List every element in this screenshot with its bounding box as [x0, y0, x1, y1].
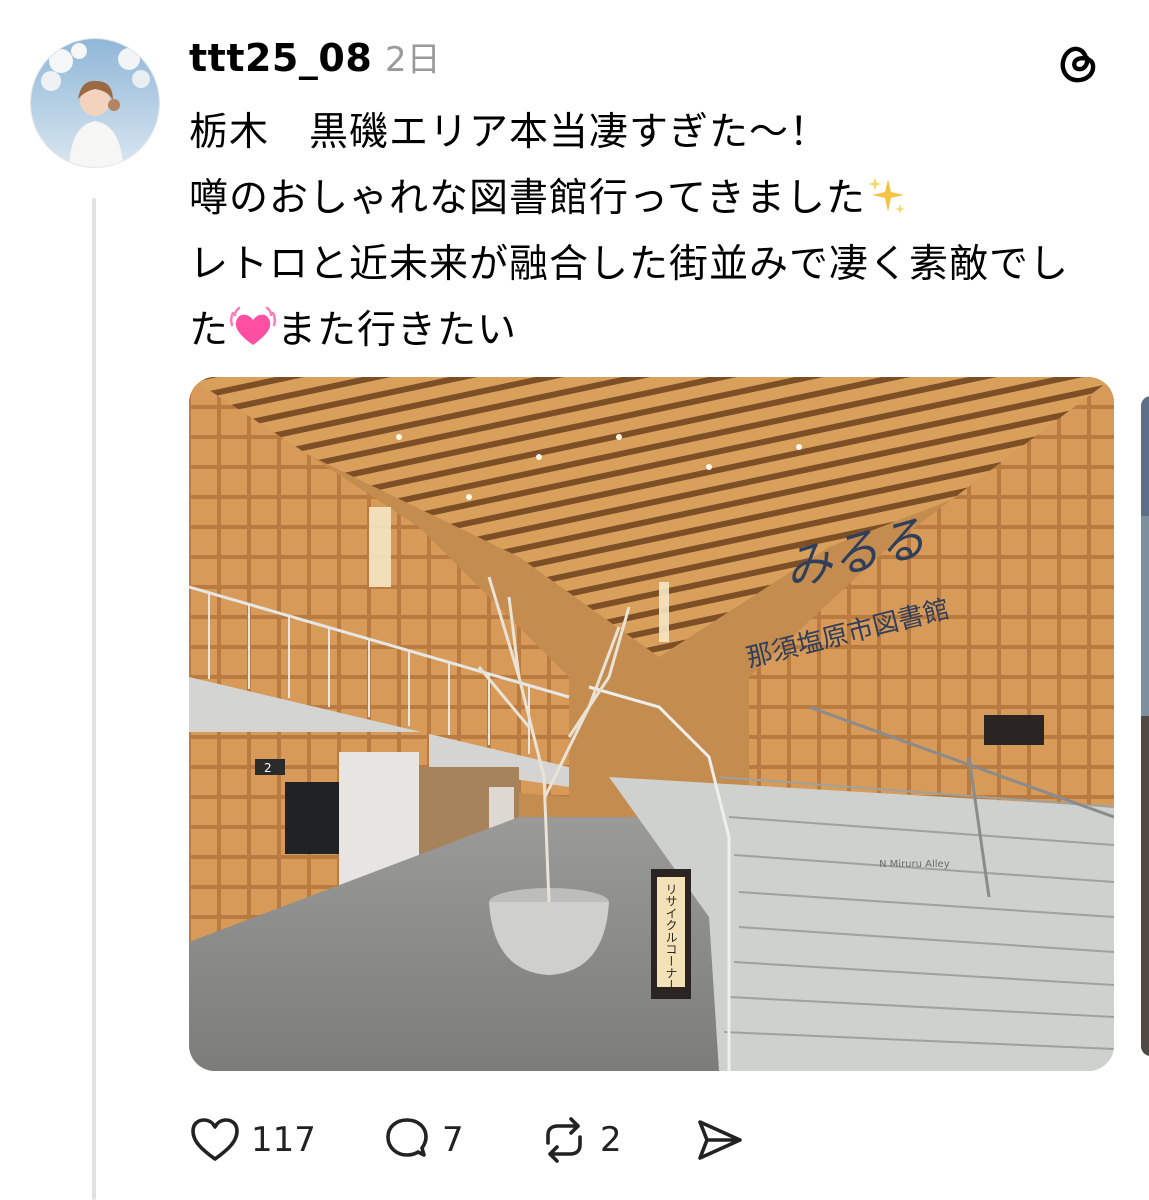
post-line-4-end: また行きたい	[277, 308, 518, 353]
repost-icon	[546, 1117, 582, 1163]
sparkles-emoji-icon	[867, 177, 905, 214]
thread-line	[92, 198, 96, 1200]
avatar[interactable]	[30, 38, 160, 168]
like-count: 117	[251, 1120, 316, 1160]
recycle-sign-text: リサイクルコーナー	[664, 883, 678, 991]
reply-button[interactable]: 7	[382, 1112, 464, 1168]
post-time: 2日	[385, 40, 441, 80]
library-interior-image: みるる 那須塩原市図書館 2 N Miruru Alley リサイクルコーナー	[189, 377, 1114, 1071]
avatar-image	[31, 39, 159, 167]
repost-button[interactable]: 2	[538, 1112, 622, 1168]
photo-watermark: N Miruru Alley	[879, 859, 950, 870]
wall-screen	[285, 782, 347, 854]
next-photo-image	[1141, 396, 1149, 1056]
username[interactable]: ttt25_08	[189, 30, 372, 86]
threads-logo-icon[interactable]	[1056, 40, 1102, 86]
post-photo[interactable]: みるる 那須塩原市図書館 2 N Miruru Alley リサイクルコーナー	[189, 377, 1114, 1071]
like-button[interactable]: 117	[189, 1112, 316, 1168]
floor-sign: 2	[264, 761, 272, 775]
post-text: 栃木 黒磯エリア本当凄すぎた〜！ 噂のおしゃれな図書館行ってきました レトロと近…	[189, 100, 1119, 364]
heart-icon	[191, 1118, 239, 1161]
comment-icon	[386, 1118, 428, 1157]
share-icon	[698, 1120, 742, 1160]
next-photo-peek[interactable]	[1141, 396, 1149, 1056]
share-button[interactable]	[694, 1112, 746, 1168]
post-line-4-start: た	[189, 308, 230, 353]
post-line-4: た また行きたい	[189, 298, 1119, 364]
plaque	[984, 715, 1044, 745]
repost-count: 2	[600, 1120, 622, 1160]
post-line-2-text: 噂のおしゃれな図書館行ってきました	[189, 176, 866, 221]
growing-heart-emoji-icon	[229, 306, 277, 345]
post-line-2: 噂のおしゃれな図書館行ってきました	[189, 166, 1119, 232]
reply-count: 7	[442, 1120, 464, 1160]
post-line-1: 栃木 黒磯エリア本当凄すぎた〜！	[189, 110, 830, 155]
post-line-3: レトロと近未来が融合した街並みで凄く素敵でし	[189, 242, 1070, 287]
